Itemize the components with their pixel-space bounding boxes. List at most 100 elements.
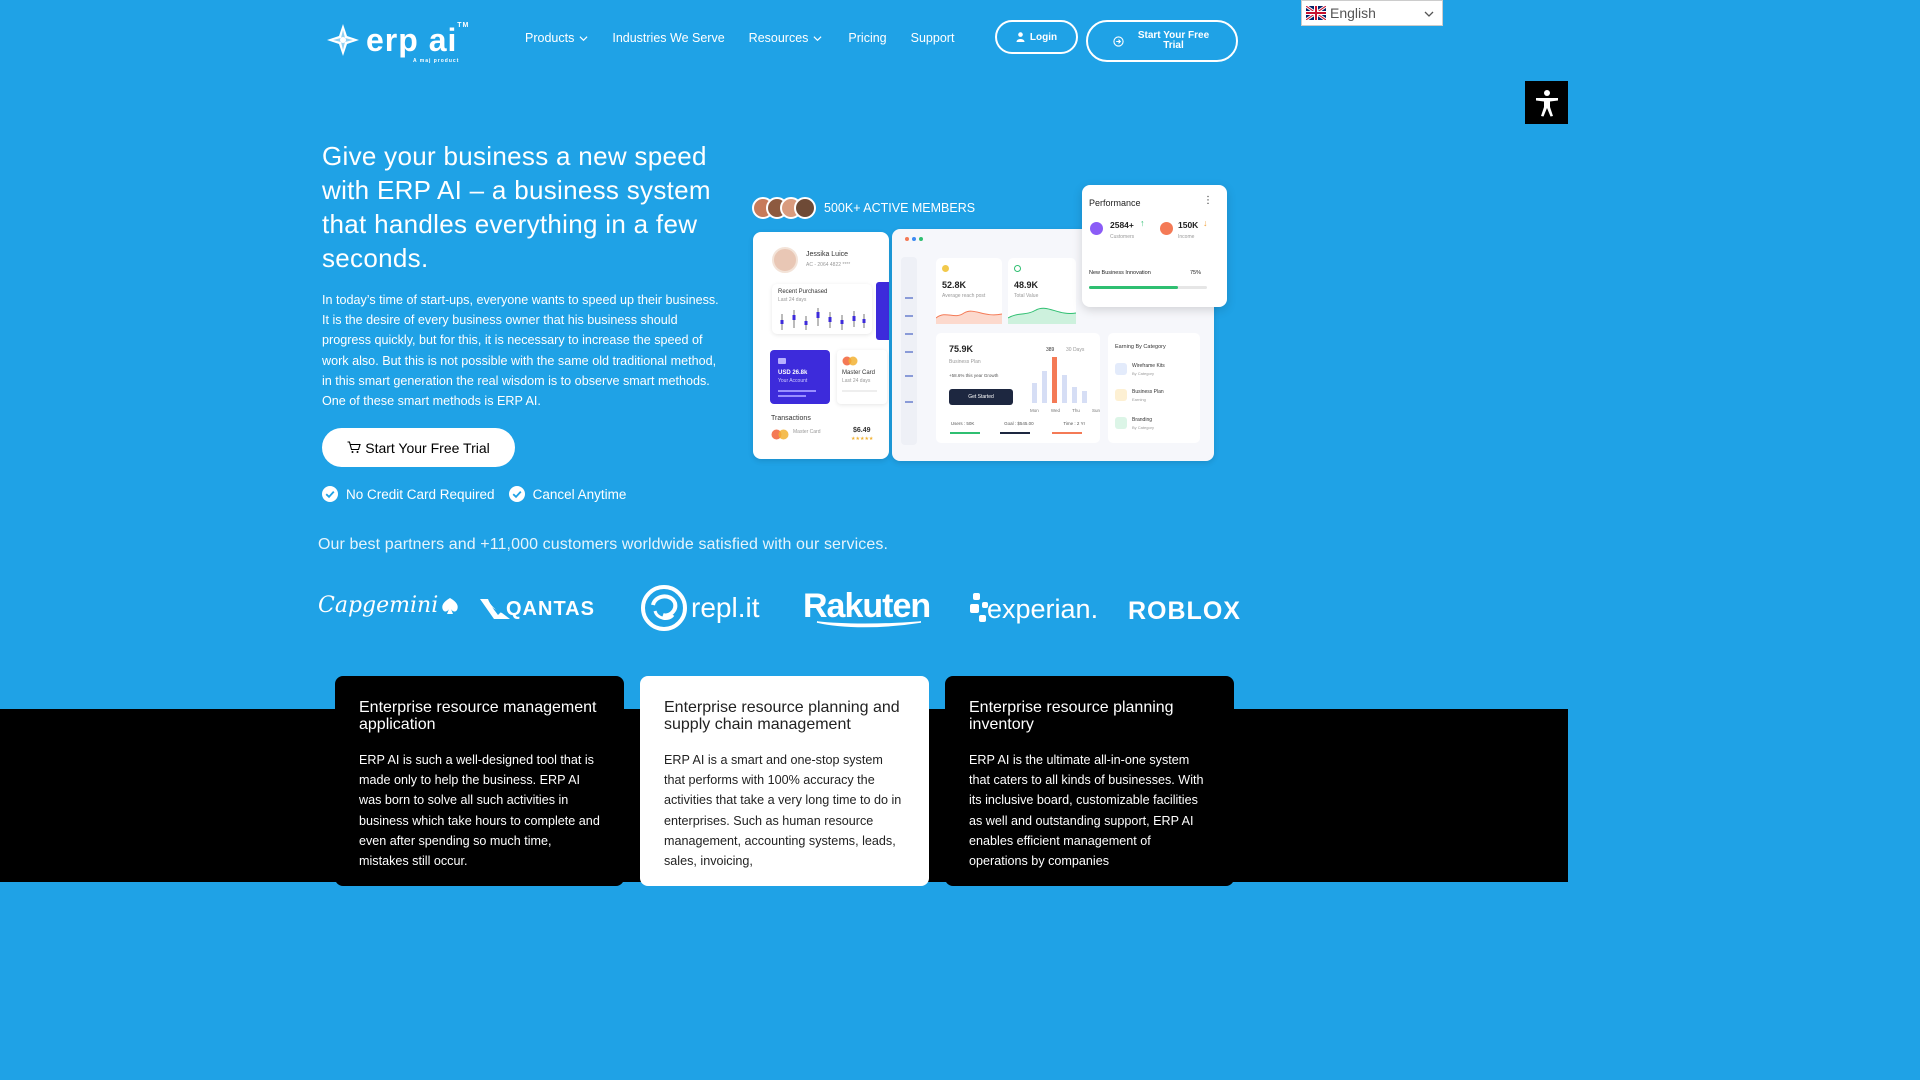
mastercard-icon xyxy=(842,356,858,366)
account-amount: USD 26.8k xyxy=(778,370,808,376)
hero-title: Give your business a new speed with ERP … xyxy=(322,141,711,273)
qantas-logo: QANTAS xyxy=(480,597,595,621)
nav-industries[interactable]: Industries We Serve xyxy=(612,31,724,45)
nav-pricing[interactable]: Pricing xyxy=(848,31,886,45)
rating-stars: ★★★★★ xyxy=(851,436,874,442)
earning-item-title: Wireframe Kits xyxy=(1132,363,1165,369)
account-sub: Your Account xyxy=(778,378,808,384)
customers-value: 2584+ xyxy=(1110,220,1134,230)
area-sparkline xyxy=(936,310,1002,324)
customers-label: Customers xyxy=(1110,234,1135,240)
user-icon xyxy=(1014,265,1021,272)
profile-name: Jessika Luice xyxy=(806,251,849,258)
stat-card-reach: 52.8K Average reach post xyxy=(936,258,1002,324)
feature-title: Enterprise resource management applicati… xyxy=(359,699,597,733)
footer-stat: Goal : $545.00 xyxy=(1004,421,1034,426)
get-started-button[interactable]: Get Started xyxy=(949,389,1013,405)
income-value: 150K xyxy=(1178,220,1199,230)
stat-value: 52.8K xyxy=(942,280,967,290)
footer-progress xyxy=(950,432,980,434)
nav-label: Pricing xyxy=(848,31,887,45)
logo-text: ROBLOX xyxy=(1128,597,1241,625)
feature-title: Enterprise resource planning and supply … xyxy=(664,699,900,733)
chevron-down-icon xyxy=(813,35,822,41)
earning-item-sub: By Category xyxy=(1132,425,1155,430)
edit-icon xyxy=(1115,417,1127,429)
start-trial-header-button[interactable]: Start Your Free Trial xyxy=(1086,20,1238,62)
account-card: USD 26.8k Your Account xyxy=(770,350,830,404)
up-arrow-icon: ↑ xyxy=(1140,218,1145,228)
profile-id: AC - 2064 4822 **** xyxy=(806,262,851,268)
logo-tm: TM xyxy=(457,22,470,29)
replit-swirl-icon xyxy=(641,585,687,631)
innovation-label: New Business Innovation xyxy=(1089,270,1151,276)
login-button[interactable]: Login xyxy=(995,20,1078,54)
nav-label: Support xyxy=(910,31,955,45)
chevron-down-icon xyxy=(1424,11,1434,17)
day-label: Thu xyxy=(1072,408,1080,413)
feature-card-supply-chain: Enterprise resource planning and supply … xyxy=(640,676,929,886)
card-stripe xyxy=(778,390,816,392)
wallet-card: Jessika Luice AC - 2064 4822 **** Recent… xyxy=(753,232,889,459)
footer-progress xyxy=(1000,432,1030,434)
roblox-logo: ROBLOX xyxy=(1128,597,1241,626)
feature-title: Enterprise resource planning inventory xyxy=(969,699,1174,733)
experian-logo: experian. xyxy=(969,591,1098,627)
nav-resources[interactable]: Resources xyxy=(749,31,823,45)
logo-text: Capgemini xyxy=(318,593,439,618)
nav-support[interactable]: Support xyxy=(911,31,955,45)
income-icon xyxy=(1160,222,1173,235)
logo-star-icon xyxy=(327,24,359,56)
coin-icon xyxy=(942,265,949,272)
partner-logos: Capgemini QANTAS repl.it Rakuten experia… xyxy=(318,585,1250,635)
day-label: Sun xyxy=(1091,408,1100,413)
footer-progress xyxy=(1052,432,1082,434)
mastercard-sub: Last 24 days xyxy=(842,378,871,384)
stat-label: Total Value xyxy=(1014,293,1039,299)
performance-card: Performance ⋮ 2584+ ↑ Customers 150K ↓ I… xyxy=(1082,185,1227,307)
hero-paragraph: In today’s time of start-ups, everyone w… xyxy=(322,293,719,409)
mastercard-title: Master Card xyxy=(842,370,876,376)
start-trial-hero-button[interactable]: Start Your Free Trial xyxy=(322,428,515,467)
logo[interactable]: erp ai TM A maj product xyxy=(326,20,470,64)
logo-subtitle: A maj product xyxy=(412,58,460,64)
transaction-value: $6.49 xyxy=(853,427,871,434)
dashboard-sidebar xyxy=(901,257,917,445)
check-item: No Credit Card Required xyxy=(322,486,495,502)
accessibility-button[interactable] xyxy=(1525,81,1568,124)
down-arrow-icon: ↓ xyxy=(1203,218,1208,228)
logo-wordmark: erp ai TM A maj product xyxy=(366,22,470,64)
transactions-title: Transactions xyxy=(771,415,811,422)
plan-growth: +58.6% this year Growth xyxy=(949,373,999,378)
check-label: No Credit Card Required xyxy=(346,486,495,502)
plan-label: Business Plan xyxy=(949,359,981,365)
day-label: Wed xyxy=(1050,408,1061,413)
feature-card-management: Enterprise resource management applicati… xyxy=(335,676,624,886)
earning-title: Earning By Category xyxy=(1115,344,1166,350)
stat-card-total: 48.9K Total Value xyxy=(1008,258,1076,324)
language-select[interactable]: English xyxy=(1301,0,1443,26)
language-label: English xyxy=(1330,5,1376,21)
avatar xyxy=(794,197,816,219)
nav-products[interactable]: Products xyxy=(525,31,588,45)
rakuten-swoosh-icon xyxy=(816,621,921,628)
accessibility-icon xyxy=(1535,89,1558,116)
active-members: 500K+ ACTIVE MEMBERS xyxy=(752,197,975,219)
more-icon[interactable]: ⋮ xyxy=(1203,196,1213,206)
logo-text: experian. xyxy=(987,593,1099,624)
footer-stat: Time : 2 Yr xyxy=(1063,421,1086,426)
logo-text: QANTAS xyxy=(506,597,595,620)
chart-icon xyxy=(1115,363,1127,375)
card-stripe xyxy=(778,395,806,397)
earning-item-sub: Earning xyxy=(1132,397,1146,402)
hero-checks: No Credit Card Required Cancel Anytime xyxy=(322,486,626,502)
innovation-progress-track xyxy=(1089,286,1207,289)
plan-footer: Users : 50K Goal : $545.00 Time : 2 Yr xyxy=(936,421,1100,426)
chevron-down-icon xyxy=(579,35,588,41)
earning-item-title: Business Plan xyxy=(1132,389,1164,395)
transaction-name: Master Card xyxy=(793,429,821,435)
replit-logo: repl.it xyxy=(641,585,759,631)
day-labels: Mon Wed Thu Sun xyxy=(1030,408,1100,413)
arrow-circle-icon xyxy=(1112,35,1124,47)
footer-stat: Users : 50K xyxy=(950,421,975,426)
